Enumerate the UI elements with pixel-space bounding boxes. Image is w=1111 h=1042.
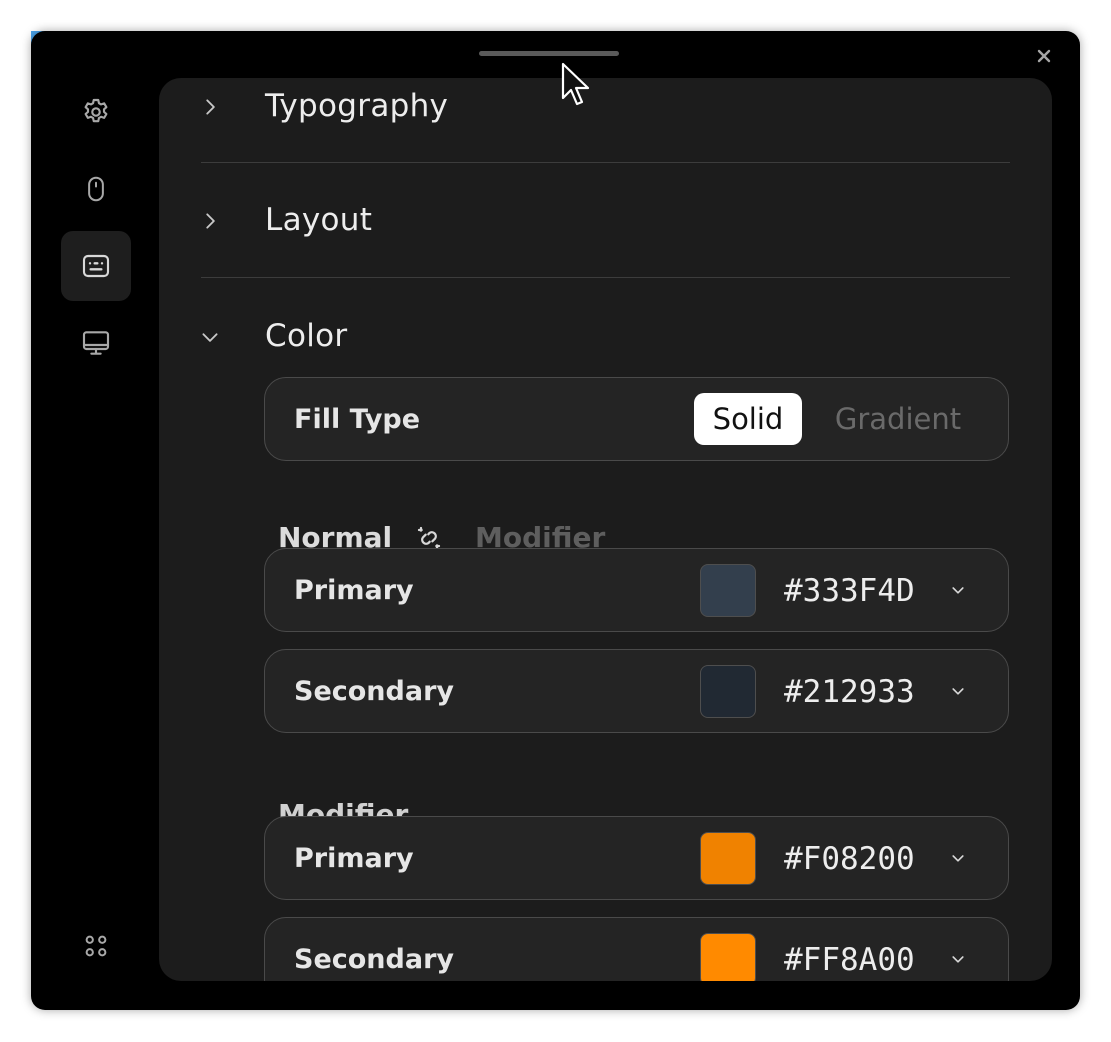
- sidebar-item-display[interactable]: [61, 308, 131, 378]
- chevron-right-icon: [206, 213, 215, 229]
- color-swatch[interactable]: [700, 933, 756, 981]
- modifier-secondary-color-row[interactable]: Secondary #FF8A00: [264, 917, 1009, 981]
- keyboard-icon: [82, 254, 110, 278]
- fill-type-gradient-option[interactable]: Gradient: [814, 393, 982, 445]
- mouse-cursor: [561, 62, 590, 106]
- settings-panel: Typography Layout Color Fill Type Solid …: [159, 78, 1052, 981]
- mouse-icon: [88, 176, 104, 202]
- hex-value[interactable]: #212933: [784, 674, 924, 712]
- close-icon: [1037, 49, 1051, 63]
- hex-value[interactable]: #FF8A00: [784, 942, 924, 980]
- hex-value[interactable]: #333F4D: [784, 573, 924, 611]
- divider: [201, 277, 1010, 278]
- fill-type-label: Fill Type: [294, 404, 421, 435]
- sidebar-item-keyboard[interactable]: [61, 231, 131, 301]
- divider: [201, 162, 1010, 163]
- monitor-icon: [82, 331, 110, 355]
- section-title: Color: [265, 318, 348, 354]
- chevron-down-icon: [202, 333, 218, 342]
- sidebar-item-settings[interactable]: [61, 77, 131, 147]
- chevron-down-icon[interactable]: [950, 582, 966, 598]
- window-drag-handle[interactable]: [479, 51, 619, 56]
- section-color[interactable]: Color: [159, 308, 1052, 368]
- color-label: Primary: [294, 843, 414, 874]
- section-title: Typography: [265, 88, 449, 124]
- color-label: Secondary: [294, 676, 454, 707]
- sidebar-item-mouse[interactable]: [61, 154, 131, 224]
- apps-grid-icon: [85, 935, 107, 957]
- fill-type-segmented-control: Solid Gradient: [694, 393, 984, 445]
- normal-secondary-color-row[interactable]: Secondary #212933: [264, 649, 1009, 733]
- color-label: Primary: [294, 575, 414, 606]
- chevron-down-icon[interactable]: [950, 683, 966, 699]
- fill-type-solid-option[interactable]: Solid: [694, 393, 802, 445]
- color-swatch[interactable]: [700, 832, 756, 885]
- color-swatch[interactable]: [700, 665, 756, 718]
- color-swatch[interactable]: [700, 564, 756, 617]
- chevron-down-icon[interactable]: [950, 850, 966, 866]
- section-title: Layout: [265, 202, 373, 238]
- gear-icon: [84, 98, 108, 123]
- hex-value[interactable]: #F08200: [784, 841, 924, 879]
- settings-window: Typography Layout Color Fill Type Solid …: [31, 31, 1080, 1010]
- close-button[interactable]: [1031, 43, 1057, 69]
- modifier-primary-color-row[interactable]: Primary #F08200: [264, 816, 1009, 900]
- apps-grid-button[interactable]: [61, 911, 131, 981]
- chevron-right-icon: [206, 99, 215, 115]
- section-typography[interactable]: Typography: [159, 78, 1052, 138]
- color-label: Secondary: [294, 944, 454, 975]
- chevron-down-icon[interactable]: [950, 951, 966, 967]
- section-layout[interactable]: Layout: [159, 192, 1052, 252]
- normal-primary-color-row[interactable]: Primary #333F4D: [264, 548, 1009, 632]
- fill-type-card: Fill Type Solid Gradient: [264, 377, 1009, 461]
